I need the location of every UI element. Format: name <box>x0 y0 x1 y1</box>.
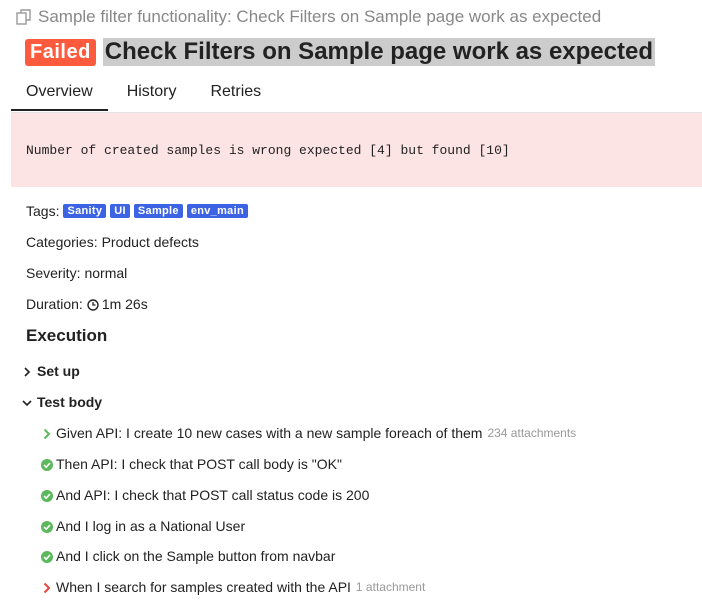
tags-row: Tags: Sanity UI Sample env_main <box>26 203 248 219</box>
suite-title: Sample filter functionality: Check Filte… <box>38 7 602 26</box>
page-title: Check Filters on Sample page work as exp… <box>102 38 655 66</box>
suite-breadcrumb[interactable]: Sample filter functionality: Check Filte… <box>15 7 601 27</box>
categories-value: Product defects <box>101 234 199 250</box>
step-row: And API: I check that POST call status c… <box>41 487 369 503</box>
severity-value: normal <box>84 265 128 281</box>
step-text: When I search for samples created with t… <box>56 579 351 595</box>
step-row[interactable]: Given API: I create 10 new cases with a … <box>41 425 576 441</box>
step-attachments[interactable]: 1 attachment <box>356 580 425 594</box>
chevron-right-icon <box>41 427 53 440</box>
categories-row: Categories: Product defects <box>26 234 199 250</box>
check-circle-icon <box>41 458 53 471</box>
tag-ui[interactable]: UI <box>110 204 130 218</box>
check-circle-icon <box>41 520 53 533</box>
error-message: Number of created samples is wrong expec… <box>26 143 510 158</box>
step-text: Then API: I check that POST call body is… <box>56 456 342 472</box>
step-text: And I log in as a National User <box>56 518 246 534</box>
test-body-label: Test body <box>37 394 103 410</box>
tag-env-main[interactable]: env_main <box>186 204 248 218</box>
step-row[interactable]: When I search for samples created with t… <box>41 579 425 595</box>
check-circle-icon <box>41 489 53 502</box>
tab-bar: Overview History Retries <box>11 79 276 111</box>
chevron-right-icon <box>21 365 33 377</box>
tab-history[interactable]: History <box>112 79 192 111</box>
step-row: And I click on the Sample button from na… <box>41 548 335 564</box>
step-text: Given API: I create 10 new cases with a … <box>56 425 483 441</box>
step-text: And API: I check that POST call status c… <box>56 487 370 503</box>
step-row: Then API: I check that POST call body is… <box>41 456 342 472</box>
tag-sample[interactable]: Sample <box>133 204 183 218</box>
test-result-page: Sample filter functionality: Check Filte… <box>0 0 702 609</box>
status-badge: Failed <box>25 38 96 66</box>
step-attachments[interactable]: 234 attachments <box>487 426 576 440</box>
chevron-down-icon <box>21 396 33 408</box>
duration-label: Duration: <box>26 296 83 312</box>
tab-retries[interactable]: Retries <box>195 79 276 111</box>
copy-icon[interactable] <box>15 8 33 26</box>
title-line: Failed Check Filters on Sample page work… <box>25 38 655 66</box>
severity-row: Severity: normal <box>26 265 127 281</box>
step-text: And I click on the Sample button from na… <box>56 548 336 564</box>
execution-title: Execution <box>26 326 108 345</box>
step-row: And I log in as a National User <box>41 518 245 534</box>
duration-value: 1m 26s <box>101 296 148 312</box>
clock-icon <box>87 298 99 311</box>
setup-label: Set up <box>37 363 80 379</box>
check-circle-icon <box>41 550 53 563</box>
duration-row: Duration: 1m 26s <box>26 296 148 312</box>
severity-label: Severity: <box>26 265 81 281</box>
categories-label: Categories: <box>26 234 98 250</box>
tab-overview[interactable]: Overview <box>11 79 108 111</box>
error-banner: Number of created samples is wrong expec… <box>11 113 702 187</box>
setup-group[interactable]: Set up <box>21 363 80 379</box>
test-body-group[interactable]: Test body <box>21 394 102 410</box>
chevron-right-icon <box>41 581 53 594</box>
tags-label: Tags: <box>26 203 60 219</box>
tag-sanity[interactable]: Sanity <box>63 204 107 218</box>
